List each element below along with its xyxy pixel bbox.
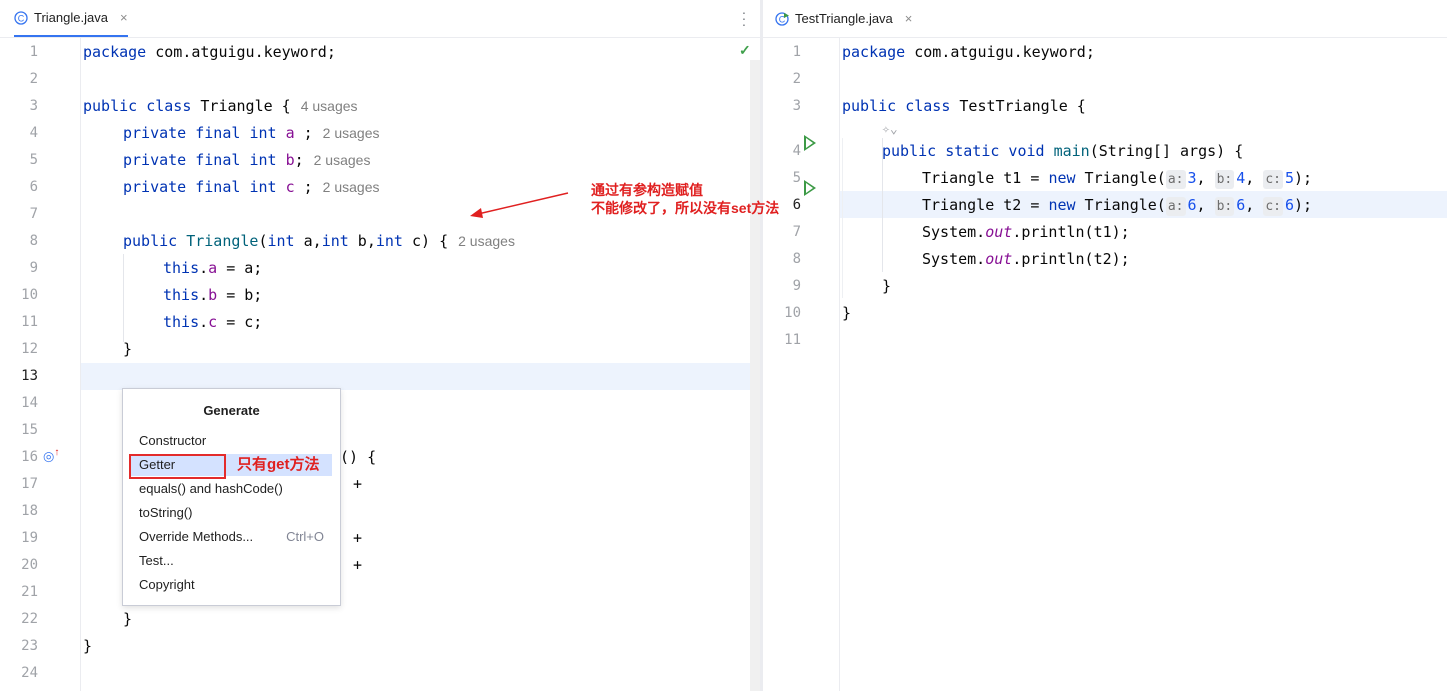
annotation-arrow xyxy=(470,192,569,218)
constructor-annotation: 通过有参构造赋值 不能修改了，所以没有set方法 xyxy=(591,182,780,216)
